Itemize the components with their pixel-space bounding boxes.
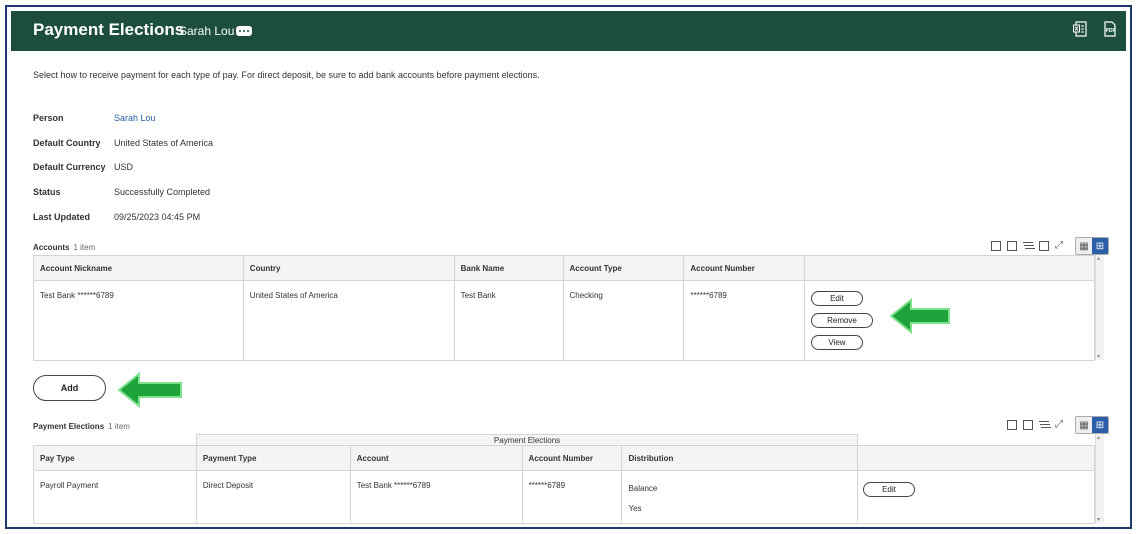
field-label-status: Status [33, 187, 61, 197]
field-value-default-currency: USD [114, 162, 134, 172]
cell-account: Test Bank ******6789 [349, 470, 523, 524]
field-value-default-country: United States of America [114, 138, 214, 148]
page-header: Payment Elections Sarah Lou PDF [11, 11, 1126, 51]
payment-elections-table-toolbar: ⤢ ▦ ⊞ [1007, 416, 1109, 434]
column-header[interactable]: Account [349, 445, 523, 471]
cell-distribution: Balance Yes [621, 470, 859, 524]
payment-elections-scrollbar[interactable] [1095, 434, 1104, 523]
view-toggle: ▦ ⊞ [1075, 237, 1109, 255]
column-header[interactable]: Account Number [521, 445, 623, 471]
column-header[interactable]: Country [242, 255, 455, 281]
field-label-default-currency: Default Currency [33, 162, 106, 172]
table-view-icon[interactable]: ▦ [1076, 238, 1092, 254]
accounts-title: Accounts [33, 243, 70, 252]
page-frame: Payment Elections Sarah Lou PDF Select h… [5, 5, 1132, 529]
payment-elections-title: Payment Elections [33, 422, 105, 431]
export-pdf-icon[interactable] [1007, 241, 1017, 251]
accounts-table-toolbar: ⤢ ▦ ⊞ [991, 237, 1109, 255]
grid-view-icon[interactable]: ⊞ [1092, 238, 1108, 254]
cell-country: United States of America [242, 280, 455, 361]
remove-account-button[interactable]: Remove [811, 313, 873, 328]
table-header-row: Pay Type Payment Type Account Account Nu… [33, 445, 1095, 471]
cell-account-number: ******6789 [683, 280, 806, 361]
cell-account-type: Checking [562, 280, 685, 361]
column-header [857, 445, 1095, 471]
table-view-icon[interactable]: ▦ [1076, 417, 1092, 433]
distribution-value: Balance [628, 484, 658, 493]
export-pdf-icon[interactable]: PDF [1103, 21, 1117, 40]
column-group-header: Payment Elections [195, 434, 859, 446]
view-toggle: ▦ ⊞ [1075, 416, 1109, 434]
field-value-last-updated: 09/25/2023 04:45 PM [114, 212, 201, 222]
accounts-section-title: Accounts 1 item [33, 243, 95, 252]
fullscreen-icon[interactable]: ⤢ [1055, 420, 1065, 430]
export-excel-icon[interactable] [1073, 21, 1087, 40]
view-account-button[interactable]: View [811, 335, 863, 350]
edit-account-button[interactable]: Edit [811, 291, 863, 306]
column-header[interactable]: Payment Type [195, 445, 351, 471]
accounts-scrollbar[interactable] [1095, 255, 1104, 360]
distribution-flag: Yes [628, 504, 642, 513]
grid-view-icon[interactable]: ⊞ [1092, 417, 1108, 433]
add-account-button[interactable]: Add [33, 375, 106, 401]
payment-elections-section-title: Payment Elections 1 item [33, 422, 130, 431]
export-pdf-icon[interactable] [1023, 420, 1033, 430]
accounts-count: 1 item [73, 243, 96, 252]
column-header[interactable]: Account Number [683, 255, 806, 281]
cell-account-number: ******6789 [521, 470, 623, 524]
cell-pay-type: Payroll Payment [33, 470, 197, 524]
field-label-last-updated: Last Updated [33, 212, 91, 222]
column-header[interactable]: Account Nickname [33, 255, 244, 281]
cell-bank-name: Test Bank [453, 280, 564, 361]
column-header[interactable]: Account Type [562, 255, 685, 281]
column-chooser-icon[interactable] [1039, 241, 1049, 251]
svg-text:PDF: PDF [1106, 28, 1116, 34]
cell-actions [857, 470, 1095, 524]
payment-elections-count: 1 item [108, 422, 130, 431]
export-excel-icon[interactable] [1007, 420, 1017, 430]
cell-account-nickname: Test Bank ******6789 [33, 280, 244, 361]
person-link[interactable]: Sarah Lou [114, 113, 156, 123]
table-header-row: Account Nickname Country Bank Name Accou… [33, 255, 1095, 281]
intro-text: Select how to receive payment for each t… [33, 70, 540, 80]
column-header [804, 255, 1095, 281]
related-actions-icon[interactable] [236, 26, 252, 36]
page-title: Payment Elections [33, 20, 185, 39]
cell-payment-type: Direct Deposit [195, 470, 351, 524]
column-header[interactable]: Bank Name [453, 255, 564, 281]
arrow-pointer-remove [889, 298, 950, 334]
arrow-pointer-add [117, 372, 182, 408]
column-header[interactable]: Pay Type [33, 445, 197, 471]
table-row: Payroll Payment Direct Deposit Test Bank… [33, 470, 1095, 524]
payment-elections-table: Payment Elections Pay Type Payment Type … [33, 434, 1095, 524]
header-person-name: Sarah Lou [179, 24, 235, 38]
field-label-default-country: Default Country [33, 138, 101, 148]
field-value-status: Successfully Completed [114, 187, 211, 197]
column-header[interactable]: Distribution [621, 445, 859, 471]
filter-icon[interactable] [1039, 420, 1049, 430]
export-excel-icon[interactable] [991, 241, 1001, 251]
fullscreen-icon[interactable]: ⤢ [1055, 241, 1065, 251]
field-label-person: Person [33, 113, 64, 123]
table-group-header-row: Payment Elections [33, 434, 1095, 446]
filter-icon[interactable] [1023, 241, 1033, 251]
edit-payment-election-button[interactable]: Edit [863, 482, 915, 497]
